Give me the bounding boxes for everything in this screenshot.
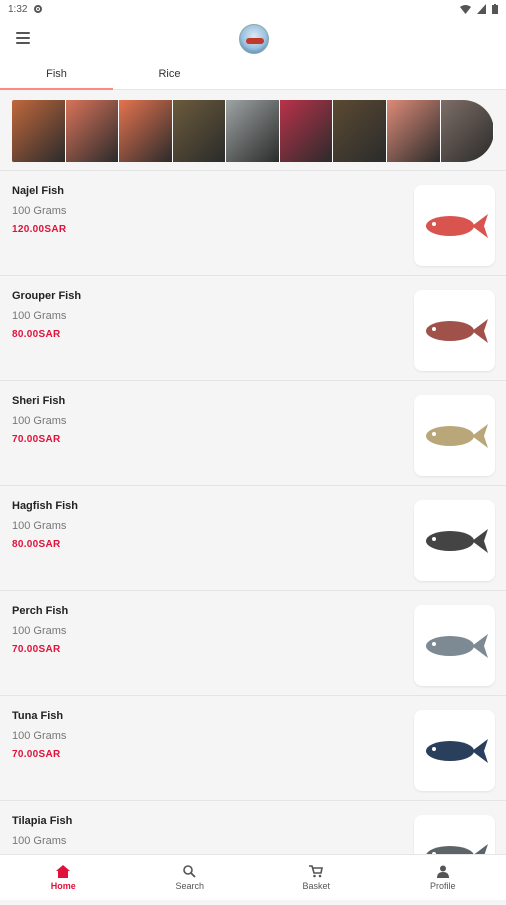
battery-icon (492, 4, 498, 14)
status-bar: 1:32 (0, 0, 506, 18)
nav-search-label: Search (175, 881, 204, 891)
product-weight: 100 Grams (12, 730, 66, 742)
nav-profile[interactable]: Profile (380, 855, 506, 900)
gear-icon (33, 4, 43, 14)
cart-icon (309, 865, 323, 878)
home-icon (56, 865, 70, 878)
fish-icon (420, 628, 490, 664)
fish-icon (420, 313, 490, 349)
product-weight: 100 Grams (12, 310, 66, 322)
product-name: Tilapia Fish (12, 815, 72, 827)
banner-tile (173, 100, 227, 162)
nav-basket-label: Basket (302, 881, 330, 891)
product-image (414, 290, 495, 371)
product-weight: 100 Grams (12, 415, 66, 427)
fish-icon (420, 733, 490, 769)
app-bar (0, 18, 506, 60)
product-item[interactable]: Tuna Fish 100 Grams 70.00SAR (0, 695, 506, 800)
search-icon (183, 865, 196, 878)
product-image (414, 185, 495, 266)
product-image (414, 500, 495, 581)
nav-basket[interactable]: Basket (253, 855, 380, 900)
product-weight: 100 Grams (12, 625, 66, 637)
product-weight: 100 Grams (12, 205, 66, 217)
hamburger-menu-icon[interactable] (14, 30, 32, 46)
product-name: Sheri Fish (12, 395, 65, 407)
product-name: Perch Fish (12, 605, 68, 617)
wifi-icon (460, 4, 471, 14)
product-item[interactable]: Najel Fish 100 Grams 120.00SAR (0, 170, 506, 275)
fish-icon (420, 523, 490, 559)
banner-tile (66, 100, 120, 162)
product-name: Grouper Fish (12, 290, 81, 302)
banner-tile (441, 100, 495, 162)
category-tabs: Fish Rice (0, 60, 506, 90)
product-item[interactable]: Hagfish Fish 100 Grams 80.00SAR (0, 485, 506, 590)
nav-search[interactable]: Search (127, 855, 254, 900)
fish-icon (420, 418, 490, 454)
product-name: Najel Fish (12, 185, 64, 197)
product-price: 80.00SAR (12, 539, 61, 550)
signal-icon (477, 4, 486, 14)
banner-tile (280, 100, 334, 162)
product-name: Hagfish Fish (12, 500, 78, 512)
product-image (414, 395, 495, 476)
tab-rice[interactable]: Rice (113, 60, 226, 90)
product-price: 70.00SAR (12, 434, 61, 445)
product-item[interactable]: Sheri Fish 100 Grams 70.00SAR (0, 380, 506, 485)
product-item[interactable]: Perch Fish 100 Grams 70.00SAR (0, 590, 506, 695)
status-time: 1:32 (8, 4, 27, 15)
banner-tile (12, 100, 66, 162)
banner-tile (387, 100, 441, 162)
nav-home-label: Home (51, 881, 76, 891)
bottom-navigation: Home Search Basket Profile (0, 854, 506, 900)
banner-tile (119, 100, 173, 162)
product-price: 70.00SAR (12, 644, 61, 655)
nav-profile-label: Profile (430, 881, 456, 891)
banner-tile (333, 100, 387, 162)
nav-home[interactable]: Home (0, 855, 127, 900)
product-image (414, 605, 495, 686)
product-item[interactable]: Grouper Fish 100 Grams 80.00SAR (0, 275, 506, 380)
product-weight: 100 Grams (12, 835, 66, 847)
promo-banner[interactable] (12, 100, 494, 162)
fish-icon (420, 208, 490, 244)
product-price: 70.00SAR (12, 749, 61, 760)
product-list: Najel Fish 100 Grams 120.00SAR Grouper Fish… (0, 170, 506, 905)
product-price: 80.00SAR (12, 329, 61, 340)
banner-tile (226, 100, 280, 162)
tab-fish[interactable]: Fish (0, 60, 113, 90)
product-image (414, 710, 495, 791)
app-logo (239, 24, 269, 54)
product-price: 120.00SAR (12, 224, 66, 235)
person-icon (437, 865, 449, 878)
product-weight: 100 Grams (12, 520, 66, 532)
product-name: Tuna Fish (12, 710, 63, 722)
